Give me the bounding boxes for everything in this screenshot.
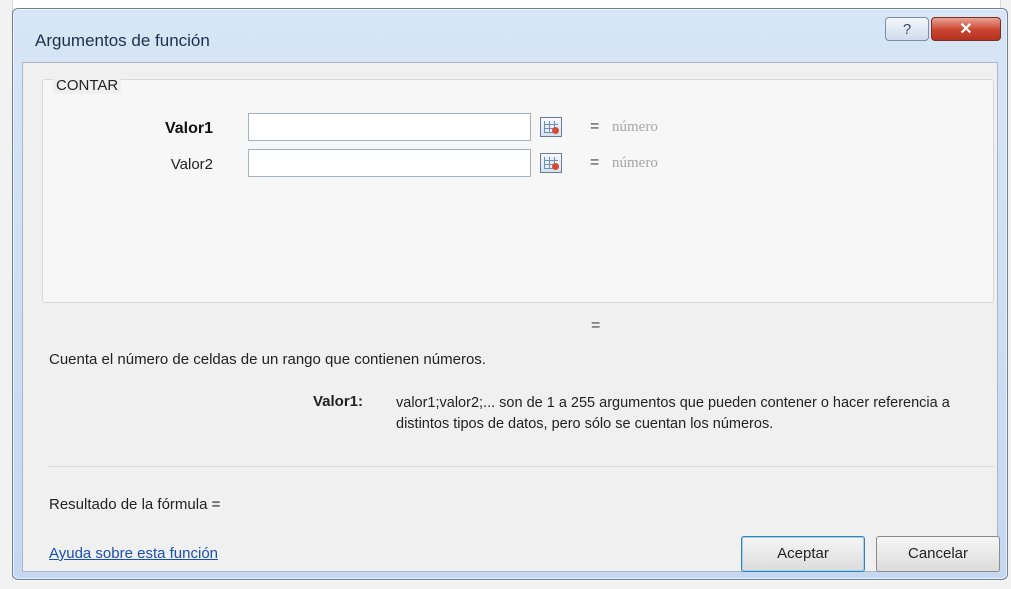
- valor1-collapse-button[interactable]: [540, 117, 562, 137]
- function-arguments-dialog: Argumentos de función ? ✕ CONTAR Valor1 …: [12, 8, 1008, 580]
- close-icon: ✕: [959, 21, 973, 38]
- argument-label-valor2: Valor2: [170, 156, 213, 173]
- valor2-equals: =: [590, 154, 600, 171]
- title-bar[interactable]: Argumentos de función ? ✕: [13, 9, 1007, 65]
- divider: [49, 466, 994, 467]
- valor2-result: número: [612, 155, 658, 171]
- valor1-equals: =: [590, 118, 600, 135]
- dialog-body: CONTAR Valor1 = número Valor2 = número =…: [22, 62, 1000, 572]
- help-button[interactable]: ?: [885, 17, 929, 41]
- close-button[interactable]: ✕: [931, 17, 1001, 41]
- valor2-input[interactable]: [248, 149, 531, 177]
- valor1-result: número: [612, 119, 658, 135]
- argument-label-valor1: Valor1: [164, 120, 213, 137]
- function-description: Cuenta el número de celdas de un rango q…: [49, 351, 486, 368]
- ok-button[interactable]: Aceptar: [741, 536, 865, 572]
- function-name-label: CONTAR: [53, 77, 122, 94]
- valor1-input[interactable]: [248, 113, 531, 141]
- function-result-equals: =: [591, 317, 601, 334]
- cancel-button[interactable]: Cancelar: [876, 536, 1000, 572]
- question-mark-icon: ?: [902, 21, 912, 38]
- dialog-title: Argumentos de función: [35, 31, 210, 50]
- spreadsheet-background-bottom: [0, 581, 1011, 589]
- help-link[interactable]: Ayuda sobre esta función: [49, 545, 218, 562]
- valor2-collapse-button[interactable]: [540, 153, 562, 173]
- argument-help-text: valor1;valor2;... son de 1 a 255 argumen…: [396, 395, 950, 432]
- formula-result-label: Resultado de la fórmula =: [49, 496, 221, 513]
- argument-help-name: Valor1:: [313, 393, 364, 410]
